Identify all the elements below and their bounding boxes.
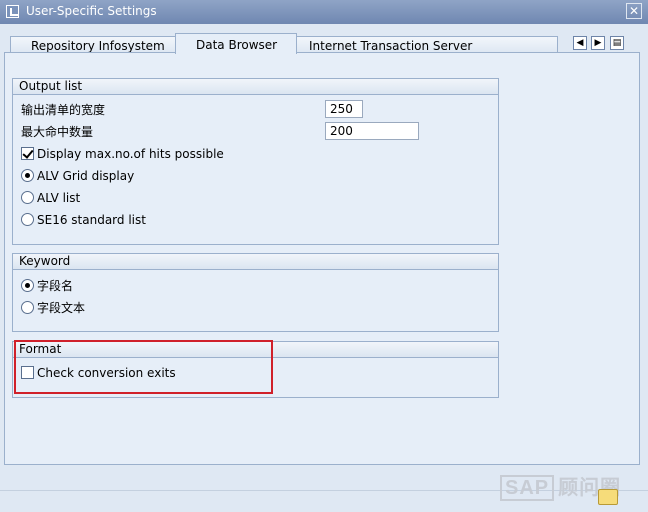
- width-row: 输出清单的宽度: [21, 101, 105, 119]
- se16-list-radio[interactable]: [21, 213, 34, 226]
- tab-label: Internet Transaction Server: [309, 39, 473, 53]
- alv-grid-label: ALV Grid display: [37, 169, 135, 183]
- field-text-label: 字段文本: [37, 301, 86, 315]
- field-name-label: 字段名: [37, 279, 74, 293]
- alv-list-option[interactable]: ALV list: [21, 189, 80, 207]
- folder-icon[interactable]: [598, 489, 618, 505]
- close-button[interactable]: ✕: [626, 3, 642, 19]
- max-hits-row: 最大命中数量: [21, 123, 93, 141]
- window-app-icon: [6, 5, 19, 18]
- field-name-radio[interactable]: [21, 279, 34, 292]
- group-title: Output list: [13, 79, 498, 95]
- display-max-hits-checkbox[interactable]: [21, 147, 34, 160]
- alv-grid-option[interactable]: ALV Grid display: [21, 167, 134, 185]
- tab-scroll-right-icon[interactable]: ▶: [591, 36, 605, 50]
- tab-label: Data Browser: [196, 38, 278, 52]
- highlight-annotation-box: [14, 340, 273, 394]
- display-max-hits-row[interactable]: Display max.no.of hits possible: [21, 145, 224, 163]
- tab-strip: Repository Infosystem Data Browser Inter…: [10, 33, 560, 54]
- display-max-hits-label: Display max.no.of hits possible: [37, 147, 224, 161]
- group-title: Keyword: [13, 254, 498, 270]
- width-input[interactable]: 250: [325, 100, 363, 118]
- output-list-group: Output list 输出清单的宽度 250 最大命中数量 200 Displ…: [12, 78, 499, 245]
- alv-list-label: ALV list: [37, 191, 81, 205]
- alv-grid-radio[interactable]: [21, 169, 34, 182]
- window-title: User-Specific Settings: [26, 4, 157, 18]
- title-bar: User-Specific Settings ✕: [0, 0, 648, 24]
- watermark-sap-logo: SAP: [500, 475, 555, 501]
- field-text-radio[interactable]: [21, 301, 34, 314]
- tab-label: Repository Infosystem: [31, 39, 165, 53]
- field-text-option[interactable]: 字段文本: [21, 299, 85, 317]
- max-hits-input[interactable]: 200: [325, 122, 419, 140]
- tab-scroll-left-icon[interactable]: ◀: [573, 36, 587, 50]
- alv-list-radio[interactable]: [21, 191, 34, 204]
- field-name-option[interactable]: 字段名: [21, 277, 73, 295]
- width-label: 输出清单的宽度: [21, 103, 106, 117]
- tab-list-icon[interactable]: ▤: [610, 36, 624, 50]
- se16-list-option[interactable]: SE16 standard list: [21, 211, 146, 229]
- tab-data-browser[interactable]: Data Browser: [175, 33, 297, 54]
- keyword-group: Keyword 字段名 字段文本: [12, 253, 499, 332]
- se16-list-label: SE16 standard list: [37, 213, 146, 227]
- max-hits-label: 最大命中数量: [21, 125, 94, 139]
